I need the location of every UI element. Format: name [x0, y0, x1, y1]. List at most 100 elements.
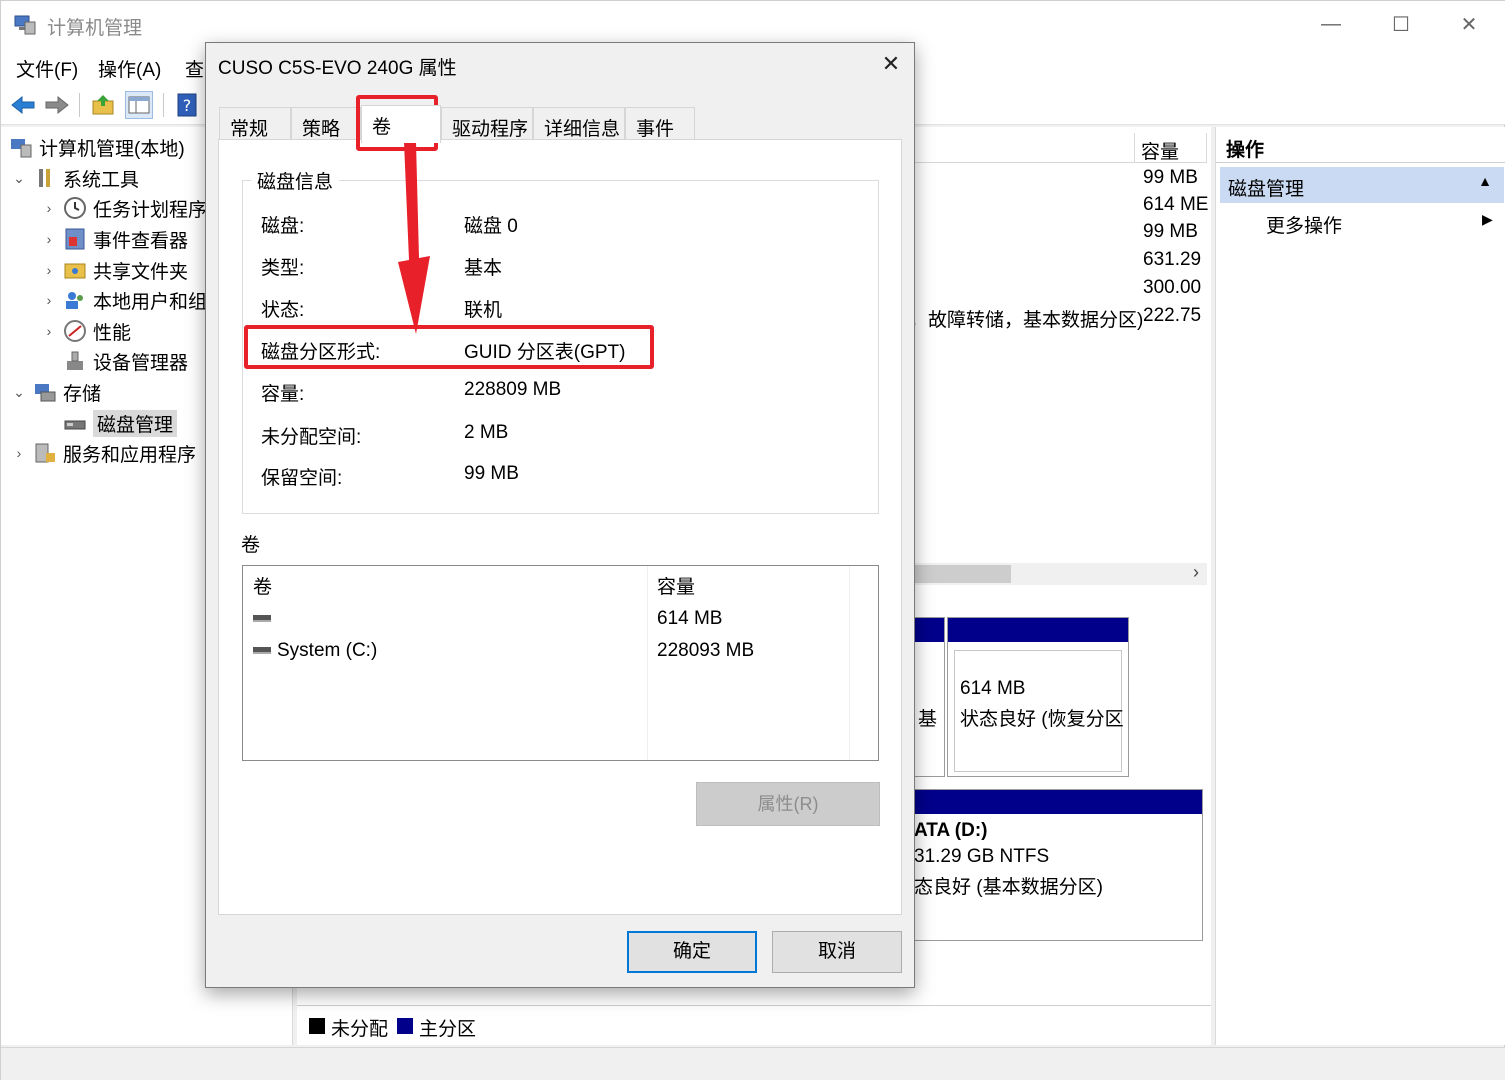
scroll-right-icon[interactable]: › [1193, 562, 1199, 583]
chevron-right-icon[interactable]: › [41, 231, 57, 247]
tab-volumes[interactable]: 卷 [361, 105, 441, 143]
ok-button[interactable]: 确定 [627, 931, 757, 973]
tree-item-storage[interactable]: ⌄ 存储 [11, 378, 101, 406]
chevron-down-icon[interactable]: ⌄ [11, 170, 27, 187]
dialog-title: CUSO C5S-EVO 240G 属性 [218, 58, 457, 79]
recovery-partition-block[interactable]: 614 MB 状态良好 (恢复分区 [947, 617, 1129, 777]
volume-status-text: ，故障转储，基本数据分区) [909, 310, 1144, 331]
device-manager-icon [67, 351, 83, 370]
actions-header: 操作 [1216, 127, 1505, 163]
show-hide-console-icon[interactable] [125, 91, 153, 119]
actions-section-disk-management[interactable]: 磁盘管理 ▲ [1220, 167, 1504, 203]
dialog-tabs: 常规 策略 卷 驱动程序 详细信息 事件 [219, 105, 899, 143]
volumes-header-capacity[interactable]: 容量 [657, 572, 695, 599]
tab-events[interactable]: 事件 [625, 107, 695, 141]
drive-icon [253, 615, 271, 623]
computer-management-icon [14, 15, 36, 35]
tab-policies[interactable]: 策略 [291, 107, 361, 141]
capacity-cell: 631.29 [1143, 249, 1202, 270]
column-header[interactable] [915, 133, 1135, 163]
storage-icon [35, 384, 56, 402]
tree-item-root[interactable]: 计算机管理(本地) [9, 133, 185, 161]
more-actions-item[interactable]: 更多操作 [1266, 211, 1342, 238]
arrow-down-icon [398, 142, 430, 334]
capacity-cell: 99 MB [1143, 167, 1198, 188]
svg-text:?: ? [183, 96, 192, 115]
scrollbar-thumb[interactable] [915, 565, 1011, 583]
event-viewer-icon [65, 228, 85, 250]
minimize-button[interactable]: — [1301, 7, 1361, 41]
title-bar: 计算机管理 — ☐ ✕ [1, 1, 1505, 47]
services-icon [35, 443, 55, 463]
primary-partition-swatch [397, 1018, 413, 1034]
unallocated-swatch [309, 1018, 325, 1034]
volume-capacity: 228093 MB [657, 640, 755, 661]
maximize-button[interactable]: ☐ [1371, 7, 1431, 41]
collapse-up-icon[interactable]: ▲ [1478, 173, 1492, 189]
tree-item-disk-management[interactable]: 磁盘管理 [63, 409, 178, 437]
users-icon [66, 292, 83, 309]
close-button[interactable]: ✕ [1439, 7, 1499, 41]
tree-item-event-viewer[interactable]: › 事件查看器 [41, 225, 188, 253]
drive-icon [253, 647, 271, 655]
performance-icon [64, 320, 86, 342]
volume-row[interactable] [253, 608, 277, 630]
volumes-tab-panel: 磁盘信息 磁盘: 磁盘 0 类型: 基本 状态: 联机 磁盘分区形式: GUID 分区表… [218, 139, 902, 915]
disk-properties-dialog: CUSO C5S-EVO 240G 属性 ✕ 常规 策略 卷 驱动程序 详细信息… [205, 42, 915, 988]
disk-info-row: 保留空间: 99 MB [261, 463, 519, 489]
cancel-button[interactable]: 取消 [772, 931, 902, 973]
menu-view[interactable]: 查 [185, 55, 204, 82]
tree-item-system-tools[interactable]: ⌄ 系统工具 [11, 164, 139, 192]
legend: 未分配 主分区 [297, 1005, 1211, 1045]
tree-item-task-scheduler[interactable]: › 任务计划程序 [41, 194, 207, 222]
clock-icon [64, 197, 86, 219]
disk-info-row: 未分配空间: 2 MB [261, 422, 509, 448]
chevron-right-icon[interactable]: › [41, 262, 57, 278]
properties-button[interactable]: 属性(R) [696, 782, 880, 826]
tree-item-local-users[interactable]: › 本地用户和组 [41, 286, 207, 314]
tree-item-device-manager[interactable]: 设备管理器 [63, 347, 188, 375]
chevron-down-icon[interactable]: ⌄ [11, 384, 27, 401]
tab-general[interactable]: 常规 [219, 107, 291, 141]
disk-info-row: 类型: 基本 [261, 258, 503, 279]
computer-management-icon [11, 139, 32, 158]
dialog-close-button[interactable]: ✕ [876, 51, 906, 81]
volumes-header-volume[interactable]: 卷 [253, 572, 272, 599]
back-icon[interactable] [9, 91, 37, 119]
capacity-cell: 99 MB [1143, 221, 1198, 242]
tree-item-shared-folders[interactable]: › 共享文件夹 [41, 256, 188, 284]
menu-action[interactable]: 操作(A) [98, 55, 161, 82]
volumes-list[interactable]: 卷 容量 614 MB System (C:) 228093 MB [242, 565, 879, 761]
forward-icon[interactable] [43, 91, 71, 119]
chevron-right-icon[interactable]: › [41, 292, 57, 308]
disk-info-row: 磁盘: 磁盘 0 [261, 216, 518, 237]
partition-header-bar [868, 790, 1202, 814]
capacity-cell: 300.00 [1143, 277, 1202, 298]
column-header-capacity[interactable]: 容量 [1135, 133, 1207, 163]
volumes-section-title: 卷 [241, 535, 261, 556]
horizontal-scrollbar[interactable]: › [915, 562, 1207, 585]
actions-pane: 操作 磁盘管理 ▲ 更多操作 ▶ [1215, 127, 1505, 1045]
disk-info-row: 容量: 228809 MB [261, 379, 562, 405]
menu-file[interactable]: 文件(F) [16, 55, 78, 82]
data-partition-block[interactable]: ATA (D:) 31.29 GB NTFS 态良好 (基本数据分区) [867, 789, 1203, 941]
capacity-cell: 222.75 [1143, 305, 1202, 326]
window-title: 计算机管理 [47, 18, 143, 39]
tree-item-services-apps[interactable]: › 服务和应用程序 [11, 439, 196, 467]
disk-info-row: 状态: 联机 [261, 300, 503, 321]
volume-capacity: 614 MB [657, 608, 723, 629]
chevron-right-icon[interactable]: › [41, 323, 57, 339]
highlight-box-partition-style [244, 325, 654, 369]
tree-item-performance[interactable]: › 性能 [41, 317, 131, 345]
disk-info-title: 磁盘信息 [251, 167, 340, 194]
capacity-cell: 614 ME [1143, 194, 1209, 215]
up-folder-icon[interactable] [89, 91, 117, 119]
chevron-right-icon[interactable]: › [11, 445, 27, 461]
chevron-right-icon[interactable]: › [41, 200, 57, 216]
volume-row[interactable]: System (C:) [253, 640, 377, 662]
tab-details[interactable]: 详细信息 [533, 107, 625, 141]
tools-icon [39, 169, 50, 187]
tab-driver[interactable]: 驱动程序 [441, 107, 533, 141]
shared-folder-icon [64, 263, 86, 279]
help-icon[interactable]: ? [173, 91, 201, 119]
